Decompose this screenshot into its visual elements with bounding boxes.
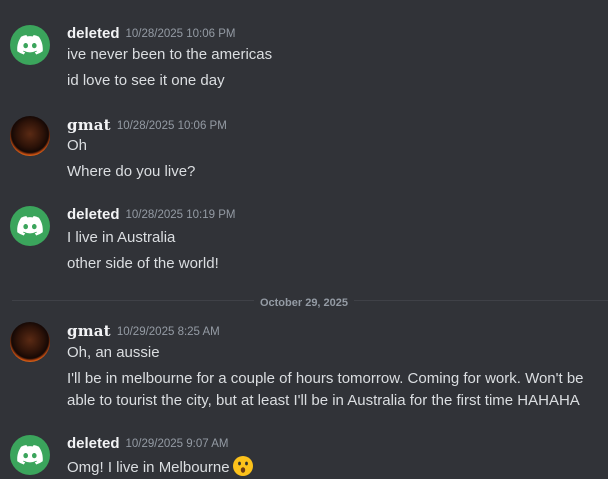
discord-logo-icon	[17, 35, 43, 55]
timestamp[interactable]: 10/29/2025 9:07 AM	[126, 438, 229, 450]
message-text: ive never been to the americas	[67, 46, 273, 63]
message-header: deleted 10/29/2025 9:07 AM	[67, 435, 228, 455]
timestamp[interactable]: 10/28/2025 10:06 PM	[117, 120, 227, 132]
avatar[interactable]	[10, 116, 50, 156]
avatar[interactable]	[10, 322, 50, 362]
date-divider: October 29, 2025	[0, 293, 608, 311]
message-header: deleted 10/28/2025 10:06 PM	[67, 25, 236, 45]
discord-logo-icon	[17, 445, 43, 465]
discord-logo-icon	[17, 216, 43, 236]
avatar[interactable]	[10, 25, 50, 65]
message-text: Oh	[67, 137, 88, 154]
message-text: Oh, an aussie	[67, 344, 160, 361]
avatar[interactable]	[10, 435, 50, 475]
date-divider-label: October 29, 2025	[253, 297, 355, 309]
username[interactable]: gmat	[67, 116, 111, 134]
message-header: gmat 10/29/2025 8:25 AM	[67, 322, 220, 342]
timestamp[interactable]: 10/28/2025 10:06 PM	[126, 28, 236, 40]
message-text: I live in Australia	[67, 229, 176, 246]
timestamp[interactable]: 10/28/2025 10:19 PM	[126, 209, 236, 221]
username[interactable]: deleted	[67, 25, 120, 42]
avatar[interactable]	[10, 206, 50, 246]
username[interactable]: deleted	[67, 435, 120, 452]
message-text: Omg! I live in Melbourne	[67, 459, 230, 476]
message-line: Omg! I live in Melbourne	[67, 455, 254, 479]
message-text: I'll be in melbourne for a couple of hou…	[67, 370, 584, 409]
message-text: Where do you live?	[67, 163, 196, 180]
username[interactable]: deleted	[67, 206, 120, 223]
message-header: gmat 10/28/2025 10:06 PM	[67, 116, 227, 136]
astonished-face-icon	[232, 456, 253, 476]
timestamp[interactable]: 10/29/2025 8:25 AM	[117, 326, 220, 338]
message-text: other side of the world!	[67, 255, 219, 272]
username[interactable]: gmat	[67, 322, 111, 340]
message-text: id love to see it one day	[67, 72, 225, 89]
message-header: deleted 10/28/2025 10:19 PM	[67, 206, 236, 226]
